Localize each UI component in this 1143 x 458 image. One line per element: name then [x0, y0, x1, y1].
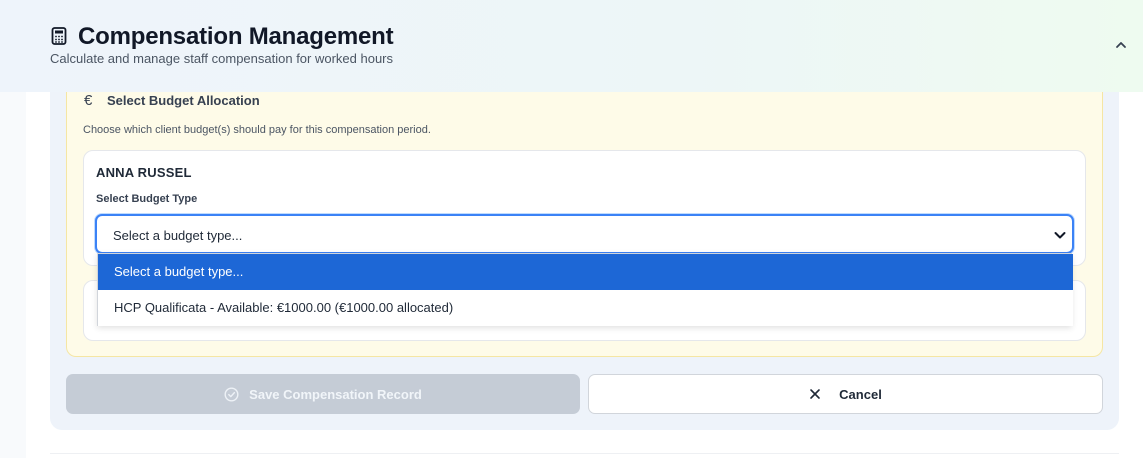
client-name: ANNA RUSSEL: [96, 165, 192, 180]
budget-section-title: Select Budget Allocation: [107, 93, 260, 108]
calculator-icon: [51, 27, 67, 45]
cancel-button[interactable]: Cancel: [588, 374, 1103, 414]
chevron-down-icon: [1052, 227, 1068, 243]
page-subtitle: Calculate and manage staff compensation …: [50, 51, 394, 66]
check-circle-icon: [224, 386, 239, 402]
budget-type-label: Select Budget Type: [96, 193, 198, 205]
close-icon: [809, 388, 821, 400]
budget-type-dropdown: Select a budget type... HCP Qualificata …: [97, 253, 1073, 326]
chevron-up-icon: [1114, 38, 1128, 57]
collapse-button[interactable]: [1110, 36, 1132, 58]
page-title: Compensation Management: [78, 23, 394, 50]
save-compensation-button[interactable]: Save Compensation Record: [66, 374, 580, 414]
budget-section-description: Choose which client budget(s) should pay…: [83, 124, 431, 136]
cancel-button-label: Cancel: [839, 386, 882, 402]
dropdown-option[interactable]: HCP Qualificata - Available: €1000.00 (€…: [98, 290, 1073, 326]
budget-type-select-value: Select a budget type...: [113, 228, 243, 243]
section-divider: [50, 453, 1119, 458]
save-button-label: Save Compensation Record: [249, 386, 422, 402]
euro-icon: €: [84, 92, 93, 109]
dropdown-option[interactable]: Select a budget type...: [98, 254, 1073, 290]
